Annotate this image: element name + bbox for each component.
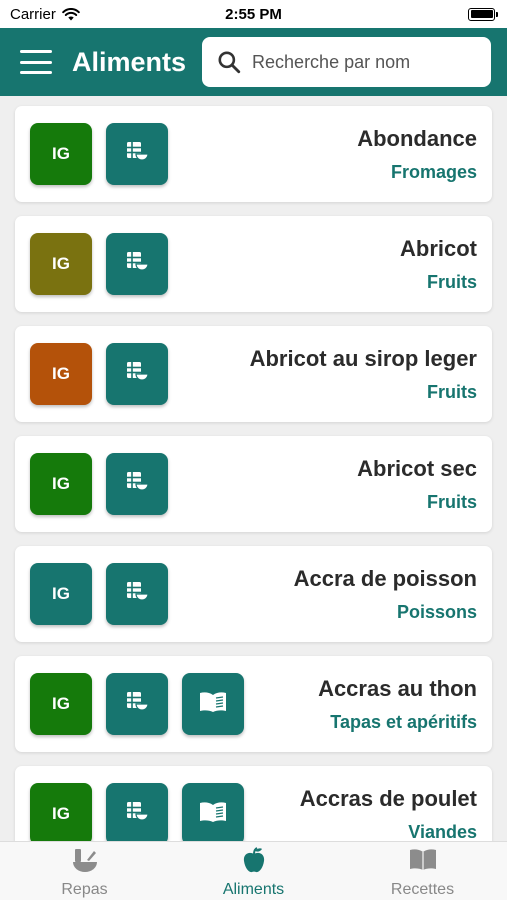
food-category: Fruits [426,491,477,512]
wifi-icon [62,7,80,20]
food-name: Abricot sec [357,455,477,481]
food-card[interactable]: IG Accra de poisson Poissons [15,546,492,642]
card-actions: IG [30,453,168,515]
food-card[interactable]: IG Abricot sec Fruits [15,436,492,532]
carrier-label: Carrier [10,5,56,23]
card-actions: IG [30,233,168,295]
card-text: Abricot sec Fruits [168,456,477,513]
tab-aliments[interactable]: Aliments [169,842,338,900]
ig-button[interactable]: IG [30,783,92,841]
food-category: Fruits [426,381,477,402]
card-text: Abricot au sirop leger Fruits [168,346,477,403]
food-card[interactable]: IG Abricot au sirop leger Fruits [15,326,492,422]
ig-button[interactable]: IG [30,343,92,405]
food-category: Tapas et apéritifs [330,711,477,732]
apple-icon [239,846,269,879]
tab-recettes[interactable]: Recettes [338,842,507,900]
search-input[interactable] [252,51,477,73]
card-text: Abricot Fruits [168,236,477,293]
recipe-button[interactable] [182,673,244,735]
nutrition-table-icon [124,579,150,610]
nutrition-button[interactable] [106,343,168,405]
ig-label: IG [52,584,70,603]
food-category: Fromages [390,161,477,182]
tab-repas[interactable]: Repas [0,842,169,900]
ig-label: IG [52,474,70,493]
card-text: Accras de poulet Viandes [244,786,477,842]
food-name: Abondance [357,125,477,151]
menu-icon[interactable] [20,50,52,74]
tab-bar: Repas Aliments Recettes [0,841,507,900]
card-text: Accras au thon Tapas et apéritifs [244,676,477,733]
food-category: Poissons [396,601,477,622]
tab-label: Aliments [222,881,285,898]
app-header: Aliments [0,28,507,96]
recipe-button[interactable] [182,783,244,841]
recipe-book-icon [198,800,228,829]
food-category: Viandes [408,821,477,842]
status-left: Carrier [10,6,80,23]
nutrition-button[interactable] [106,563,168,625]
card-text: Accra de poisson Poissons [168,566,477,623]
nutrition-table-icon [124,249,150,280]
nutrition-table-icon [124,799,150,830]
ig-button[interactable]: IG [30,673,92,735]
ig-label: IG [52,804,70,823]
food-card[interactable]: IG Abricot Fruits [15,216,492,312]
tab-label: Repas [61,881,108,898]
nutrition-table-icon [124,689,150,720]
food-card[interactable]: IG Accras au thon Tapas et apéritifs [15,656,492,752]
ig-label: IG [52,144,70,163]
ig-button[interactable]: IG [30,563,92,625]
tab-label: Recettes [390,881,455,898]
food-list: IG Abondance Fromages IG Abricot Fruits IG Abri… [0,96,507,841]
nutrition-button[interactable] [106,453,168,515]
nutrition-button[interactable] [106,673,168,735]
recipe-book-icon [198,690,228,719]
card-text: Abondance Fromages [168,126,477,183]
nutrition-table-icon [124,139,150,170]
search-icon [218,51,241,74]
card-actions: IG [30,783,244,841]
nutrition-button[interactable] [106,233,168,295]
page-title: Aliments [72,46,187,77]
food-name: Accras de poulet [299,785,477,811]
card-actions: IG [30,673,244,735]
nutrition-table-icon [124,469,150,500]
ig-button[interactable]: IG [30,453,92,515]
nutrition-table-icon [124,359,150,390]
ig-label: IG [52,694,70,713]
food-card[interactable]: IG Abondance Fromages [15,106,492,202]
ig-button[interactable]: IG [30,233,92,295]
food-name: Accra de poisson [293,565,477,591]
search-box[interactable] [202,37,491,87]
card-actions: IG [30,563,168,625]
battery-icon [468,7,498,21]
card-actions: IG [30,123,168,185]
book-icon [408,846,438,879]
food-name: Abricot au sirop leger [249,345,477,371]
mortar-pestle-icon [70,846,100,879]
food-name: Accras au thon [318,675,477,701]
ig-button[interactable]: IG [30,123,92,185]
ig-label: IG [52,364,70,383]
nutrition-button[interactable] [106,123,168,185]
nutrition-button[interactable] [106,783,168,841]
food-card[interactable]: IG Accras de poulet Viandes [15,766,492,841]
status-bar: Carrier 2:55 PM [0,0,507,28]
food-category: Fruits [426,271,477,292]
food-name: Abricot [400,235,477,261]
card-actions: IG [30,343,168,405]
ig-label: IG [52,254,70,273]
